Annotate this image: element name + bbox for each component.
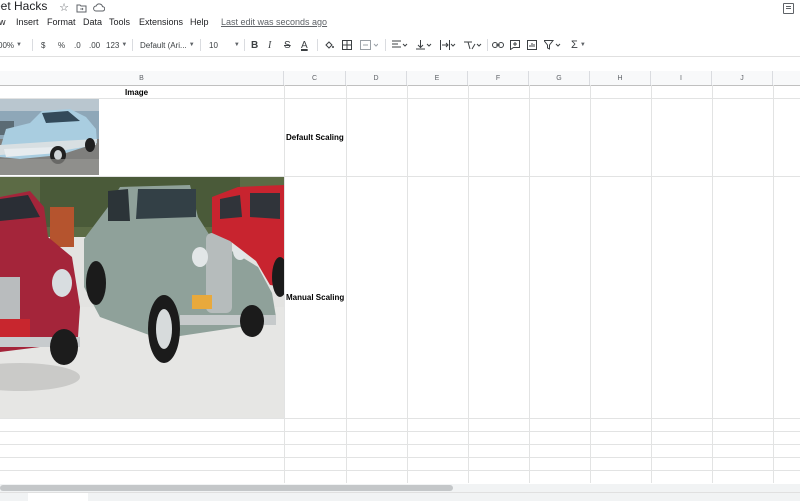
- horizontal-scrollbar[interactable]: [0, 484, 800, 492]
- toolbar-divider: [487, 39, 488, 51]
- number-format-select[interactable]: 123 ▼: [106, 39, 127, 51]
- toolbar-divider: [244, 39, 245, 51]
- toolbar-divider: [385, 39, 386, 51]
- column-header-next[interactable]: [773, 71, 800, 85]
- car-image-default-scaling[interactable]: [0, 99, 99, 175]
- font-size-select[interactable]: 10 ▼: [209, 39, 240, 51]
- grid-line: [0, 470, 800, 471]
- car-image-manual-scaling[interactable]: [0, 177, 284, 418]
- menu-data[interactable]: Data: [83, 17, 102, 27]
- insert-link-icon[interactable]: [492, 39, 504, 51]
- chevron-down-icon: ▼: [579, 42, 586, 48]
- side-panel-icon[interactable]: [783, 3, 794, 14]
- grid-line: [346, 85, 347, 483]
- text-wrapping-icon[interactable]: [440, 39, 456, 51]
- strikethrough-button[interactable]: S: [284, 39, 291, 51]
- toolbar-divider: [132, 39, 133, 51]
- cell-manual-scaling[interactable]: Manual Scaling: [286, 293, 344, 302]
- toolbar-divider: [200, 39, 201, 51]
- chevron-down-icon: ▼: [233, 42, 240, 48]
- toolbar-divider: [32, 39, 33, 51]
- borders-icon[interactable]: [342, 39, 352, 51]
- menu-format[interactable]: Format: [47, 17, 76, 27]
- menu-view[interactable]: w: [0, 17, 6, 27]
- column-header-e[interactable]: E: [407, 71, 468, 85]
- grid-line: [0, 418, 800, 419]
- cell-default-scaling[interactable]: Default Scaling: [286, 133, 344, 142]
- folder-move-icon[interactable]: [75, 2, 87, 13]
- zoom-value: 00%: [0, 40, 15, 50]
- column-header-b[interactable]: B: [0, 71, 284, 85]
- font-label: Default (Ari...: [140, 40, 187, 50]
- menu-bar: w Insert Format Data Tools Extensions He…: [0, 16, 800, 32]
- increase-decimal-button[interactable]: .00: [89, 39, 100, 51]
- vertical-align-icon[interactable]: [416, 39, 432, 51]
- percent-button[interactable]: %: [58, 39, 65, 51]
- grid-line: [773, 85, 774, 483]
- insert-comment-icon[interactable]: [510, 39, 520, 51]
- text-color-button[interactable]: A: [301, 39, 308, 51]
- grid-line: [590, 85, 591, 483]
- column-header-j[interactable]: J: [712, 71, 773, 85]
- number-format-label: 123: [106, 40, 120, 50]
- last-edit-link[interactable]: Last edit was seconds ago: [221, 17, 327, 27]
- column-header-d[interactable]: D: [346, 71, 407, 85]
- insert-chart-icon[interactable]: [527, 39, 537, 51]
- italic-button[interactable]: I: [268, 39, 271, 51]
- formula-bar[interactable]: [0, 56, 800, 72]
- title-bar: eet Hacks ☆: [0, 0, 800, 16]
- grid-line: [0, 444, 800, 445]
- decrease-decimal-button[interactable]: .0: [74, 39, 81, 51]
- scrollbar-thumb[interactable]: [0, 485, 453, 491]
- grid-line: [284, 85, 285, 483]
- text-rotation-icon[interactable]: [464, 39, 482, 51]
- document-title[interactable]: eet Hacks: [0, 0, 47, 13]
- cell-image-header[interactable]: Image: [125, 88, 148, 97]
- font-select[interactable]: Default (Ari... ▼: [140, 39, 195, 51]
- font-size-label: 10: [209, 40, 218, 50]
- zoom-select[interactable]: 00% ▼: [0, 39, 22, 51]
- menu-insert[interactable]: Insert: [16, 17, 39, 27]
- column-header-row: B C D E F G H I J: [0, 71, 800, 86]
- menu-extensions[interactable]: Extensions: [139, 17, 183, 27]
- chevron-down-icon: ▼: [16, 42, 22, 48]
- column-header-h[interactable]: H: [590, 71, 651, 85]
- fill-color-icon[interactable]: [324, 39, 335, 51]
- grid-line: [0, 431, 800, 432]
- grid-line: [529, 85, 530, 483]
- chevron-down-icon: ▼: [121, 42, 128, 48]
- menu-help[interactable]: Help: [190, 17, 209, 27]
- horizontal-align-icon[interactable]: [392, 39, 408, 51]
- grid-line: [712, 85, 713, 483]
- bold-button[interactable]: B: [251, 39, 258, 51]
- toolbar: 00% ▼ $ % .0 .00 123 ▼ Default (Ari... ▼ 10…: [0, 35, 800, 55]
- sum-icon: Σ: [571, 39, 578, 51]
- spreadsheet-grid[interactable]: B C D E F G H I J Image Default Scaling …: [0, 71, 800, 483]
- column-header-g[interactable]: G: [529, 71, 590, 85]
- functions-button[interactable]: Σ ▼: [571, 39, 586, 51]
- currency-button[interactable]: $: [41, 39, 45, 51]
- column-header-f[interactable]: F: [468, 71, 529, 85]
- grid-line: [651, 85, 652, 483]
- star-icon[interactable]: ☆: [58, 2, 70, 14]
- column-header-c[interactable]: C: [284, 71, 346, 85]
- column-header-i[interactable]: I: [651, 71, 712, 85]
- filter-icon[interactable]: [544, 39, 562, 51]
- cloud-status-icon[interactable]: [93, 2, 105, 13]
- grid-line: [0, 98, 800, 99]
- toolbar-divider: [317, 39, 318, 51]
- menu-tools[interactable]: Tools: [109, 17, 130, 27]
- chevron-down-icon: ▼: [188, 42, 195, 48]
- grid-line: [407, 85, 408, 483]
- grid-line: [468, 85, 469, 483]
- grid-line: [0, 457, 800, 458]
- merge-cells-icon[interactable]: [360, 39, 378, 51]
